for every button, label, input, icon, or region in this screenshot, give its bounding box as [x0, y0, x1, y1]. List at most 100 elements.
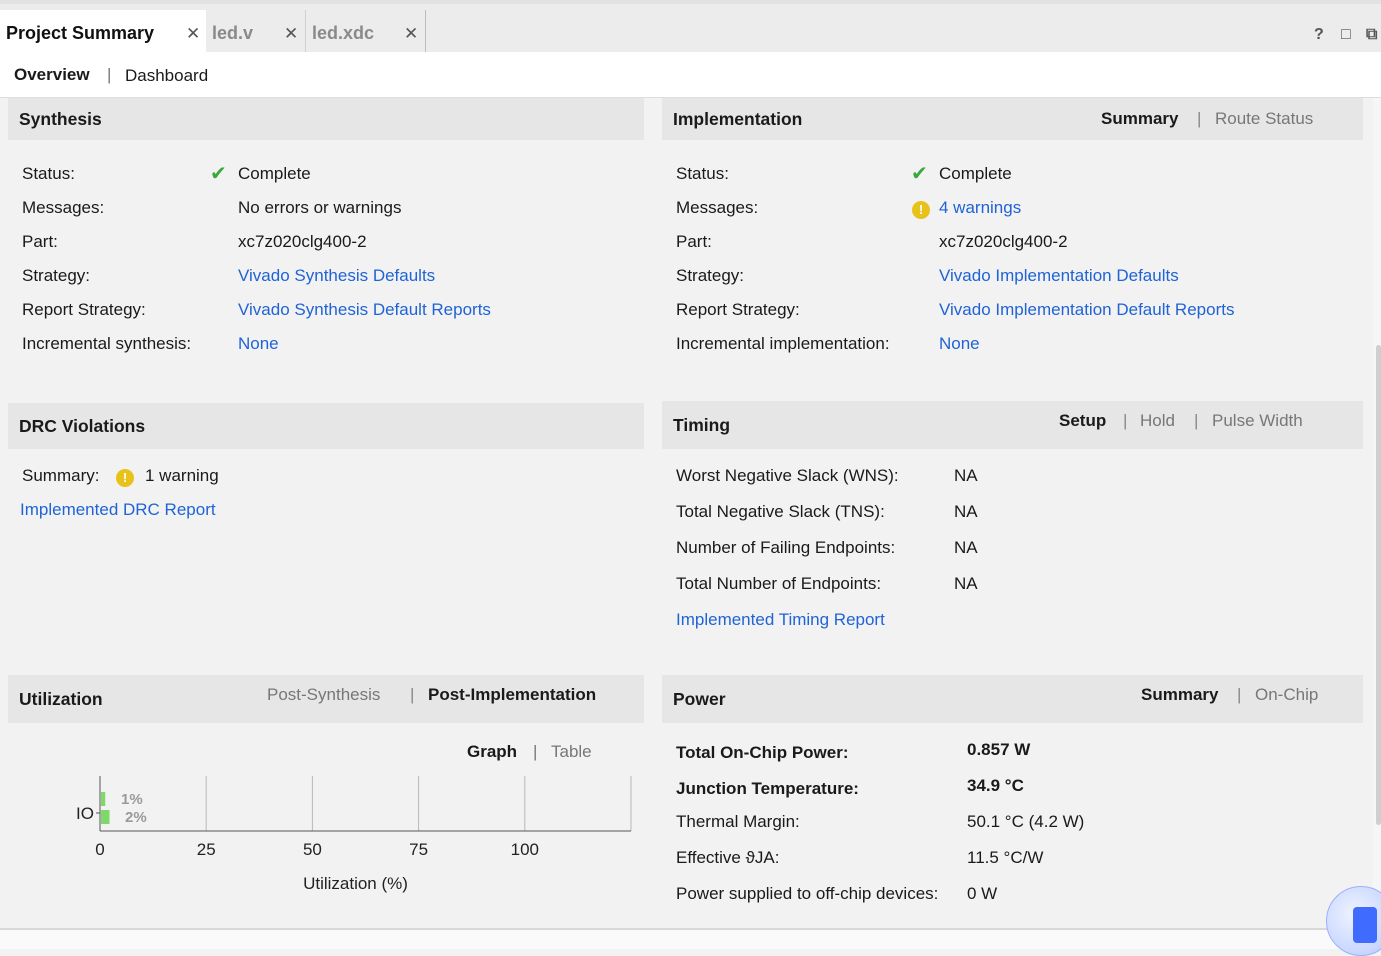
- close-icon[interactable]: ✕: [284, 24, 298, 44]
- warning-icon: !: [912, 199, 930, 219]
- report-strategy-link[interactable]: Vivado Implementation Default Reports: [939, 300, 1234, 320]
- separator: |: [1197, 109, 1202, 128]
- wns-label: Worst Negative Slack (WNS):: [676, 466, 899, 485]
- strategy-label: Strategy:: [676, 266, 745, 285]
- offchip-power-label: Power supplied to off-chip devices:: [676, 884, 939, 903]
- utilization-chart: 0 25 50 75 100 IO 1%2% Utilization (%): [76, 776, 632, 893]
- chart-labels: 0 25 50 75 100 IO 1%2% Utilization (%): [76, 791, 539, 893]
- tab-dashboard[interactable]: Dashboard: [125, 66, 208, 86]
- tab-overview[interactable]: Overview: [14, 65, 90, 85]
- failing-endpoints-value: NA: [954, 538, 978, 557]
- incremental-label: Incremental synthesis:: [22, 334, 192, 353]
- incremental-link[interactable]: None: [939, 334, 980, 354]
- separator: |: [1237, 685, 1242, 704]
- power-onchip-option[interactable]: On-Chip: [1255, 685, 1318, 705]
- x-axis-label: Utilization (%): [303, 874, 408, 893]
- synthesis-header: Synthesis: [8, 98, 644, 140]
- timing-pulse-width-option[interactable]: Pulse Width: [1212, 411, 1303, 431]
- timing-report-link[interactable]: Implemented Timing Report: [676, 610, 885, 630]
- x-tick-label: 0: [95, 840, 104, 859]
- thermal-margin-value: 50.1 °C (4.2 W): [967, 812, 1085, 831]
- separator: |: [107, 65, 112, 84]
- post-implementation-option[interactable]: Post-Implementation: [428, 685, 596, 705]
- offchip-power-value: 0 W: [967, 884, 998, 903]
- x-tick-label: 100: [511, 840, 539, 859]
- tab-label: Project Summary: [6, 22, 155, 43]
- bottom-strip: [0, 928, 1381, 949]
- separator: |: [410, 685, 415, 704]
- timing-setup-option[interactable]: Setup: [1059, 411, 1106, 431]
- x-tick-label: 50: [303, 840, 322, 859]
- timing-hold-option[interactable]: Hold: [1140, 411, 1175, 431]
- part-value: xc7z020clg400-2: [939, 232, 1068, 251]
- tab-label: led.xdc: [312, 22, 375, 43]
- drc-summary-label: Summary:: [22, 466, 100, 485]
- junction-temp-label: Junction Temperature:: [676, 779, 859, 798]
- help-icon[interactable]: ?: [1314, 26, 1324, 44]
- status-label: Status:: [676, 164, 729, 183]
- x-tick-label: 25: [197, 840, 216, 859]
- power-summary-option[interactable]: Summary: [1141, 685, 1218, 705]
- part-label: Part:: [676, 232, 712, 251]
- messages-label: Messages:: [22, 198, 105, 217]
- chart-bars: [101, 792, 110, 824]
- data-label: 1%: [121, 791, 143, 808]
- messages-label: Messages:: [676, 198, 759, 217]
- implementation-header: Implementation Summary | Route Status: [662, 98, 1363, 140]
- utilization-header: Utilization Post-Synthesis | Post-Implem…: [8, 675, 644, 723]
- strategy-link[interactable]: Vivado Implementation Defaults: [939, 266, 1179, 286]
- timing-title: Timing: [673, 415, 731, 435]
- impl-summary-option[interactable]: Summary: [1101, 109, 1178, 129]
- separator: |: [533, 742, 538, 761]
- close-icon[interactable]: ✕: [404, 24, 418, 44]
- scrollbar-thumb[interactable]: [1376, 345, 1381, 825]
- part-value: xc7z020clg400-2: [238, 232, 367, 251]
- implementation-title: Implementation: [673, 108, 803, 129]
- tab-led-xdc[interactable]: led.xdc ✕: [306, 10, 426, 56]
- drc-report-link[interactable]: Implemented DRC Report: [20, 500, 216, 520]
- effective-tja-value: 11.5 °C/W: [967, 848, 1044, 867]
- warnings-link[interactable]: 4 warnings: [939, 198, 1021, 218]
- strategy-link[interactable]: Vivado Synthesis Defaults: [238, 266, 435, 286]
- separator: |: [1123, 411, 1128, 430]
- separator: |: [1194, 411, 1199, 430]
- drc-title: DRC Violations: [19, 415, 146, 436]
- y-category-label: IO: [76, 804, 94, 823]
- wns-value: NA: [954, 466, 978, 485]
- failing-endpoints-label: Number of Failing Endpoints:: [676, 538, 896, 557]
- incremental-link[interactable]: None: [238, 334, 279, 354]
- check-icon: ✔: [210, 163, 227, 185]
- effective-tja-label: Effective ϑJA:: [676, 848, 780, 867]
- x-tick-label: 75: [409, 840, 428, 859]
- drc-header: DRC Violations: [8, 403, 644, 449]
- impl-route-status-option[interactable]: Route Status: [1215, 109, 1313, 129]
- table-option[interactable]: Table: [551, 742, 592, 762]
- drc-summary-value: 1 warning: [145, 466, 219, 485]
- power-header: Power Summary | On-Chip: [662, 675, 1363, 723]
- power-title: Power: [673, 689, 726, 709]
- status-value: Complete: [939, 164, 1012, 183]
- total-endpoints-label: Total Number of Endpoints:: [676, 574, 882, 593]
- tns-value: NA: [954, 502, 978, 521]
- strategy-label: Strategy:: [22, 266, 91, 285]
- junction-temp-value: 34.9 °C: [967, 776, 1024, 795]
- total-power-value: 0.857 W: [967, 740, 1031, 759]
- tab-led-v[interactable]: led.v ✕: [206, 10, 306, 56]
- restore-icon[interactable]: □: [1341, 26, 1351, 44]
- editor-tab-bar: Project Summary ✕ led.v ✕ led.xdc ✕ ? □ …: [0, 0, 1381, 56]
- status-value: Complete: [238, 164, 311, 183]
- post-synthesis-option[interactable]: Post-Synthesis: [267, 685, 380, 705]
- report-strategy-link[interactable]: Vivado Synthesis Default Reports: [238, 300, 491, 320]
- total-power-label: Total On-Chip Power:: [676, 743, 849, 762]
- utilization-bar: [101, 792, 106, 806]
- float-icon[interactable]: ⧉: [1366, 26, 1377, 44]
- tab-label: led.v: [212, 22, 254, 43]
- graph-option[interactable]: Graph: [467, 742, 517, 762]
- close-icon[interactable]: ✕: [186, 24, 200, 44]
- timing-header: Timing Setup | Hold | Pulse Width: [662, 401, 1363, 449]
- tab-project-summary[interactable]: Project Summary ✕: [0, 10, 206, 56]
- utilization-title: Utilization: [19, 689, 103, 709]
- thermal-margin-label: Thermal Margin:: [676, 812, 800, 831]
- report-strategy-label: Report Strategy:: [676, 300, 800, 319]
- status-label: Status:: [22, 164, 75, 183]
